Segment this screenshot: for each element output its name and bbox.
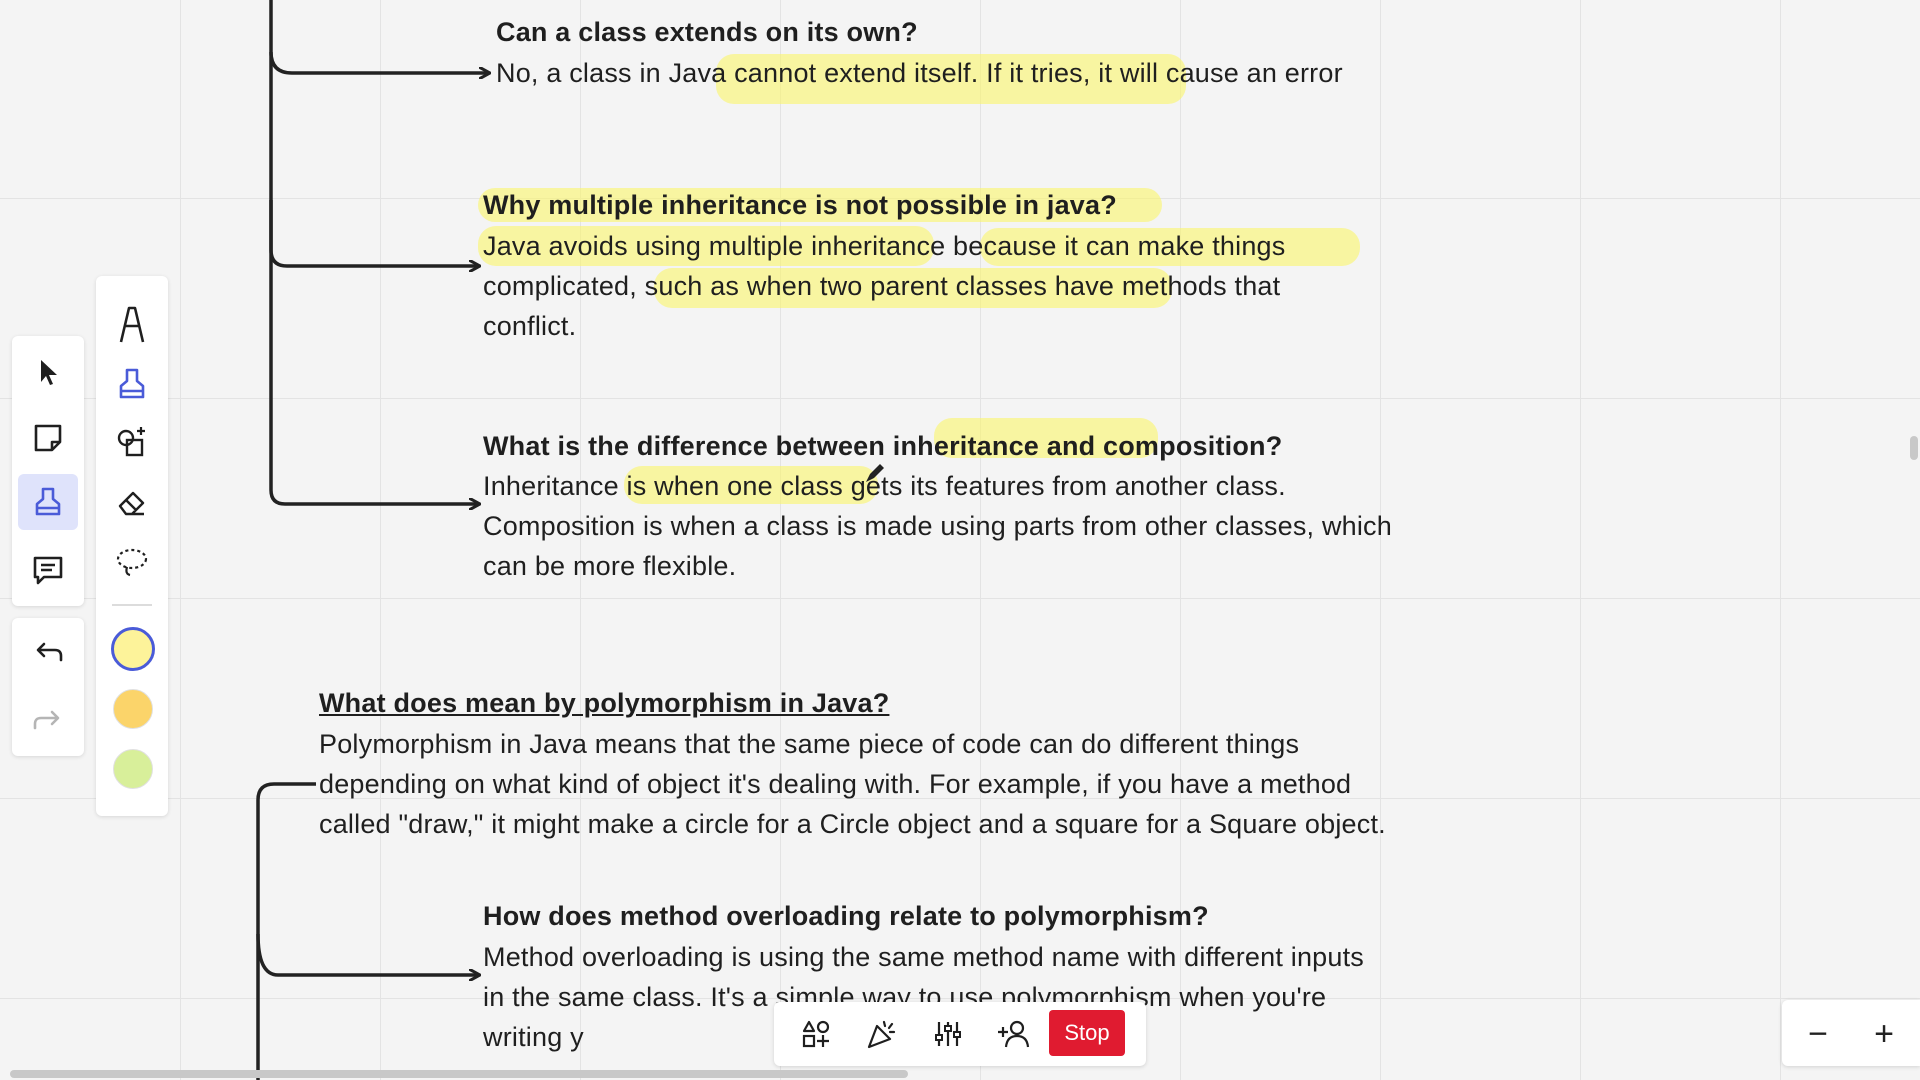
select-tool[interactable] [18,344,78,400]
comment-icon [33,556,63,585]
undo-icon [36,642,63,662]
apps-plus-icon [802,1020,830,1048]
connector-q2 [269,200,478,266]
question-inheritance-vs-composition[interactable]: What is the difference between inheritan… [483,431,1282,462]
redo-icon [33,710,60,730]
reactions-button[interactable] [860,1014,904,1054]
vertical-scrollbar[interactable] [1910,436,1918,460]
connector-q1 [269,51,488,73]
pen-cursor-icon [866,464,884,482]
topic-polymorphism-text[interactable]: Polymorphism in Java means that the same… [319,724,1399,844]
lasso-icon [116,548,148,577]
highlighter-option[interactable] [102,356,162,412]
redo-button[interactable] [18,692,78,748]
apps-button[interactable] [794,1014,838,1054]
connector-poly [256,782,316,1080]
undo-button[interactable] [18,624,78,680]
stop-button[interactable]: Stop [1049,1010,1125,1056]
pen-icon [119,306,145,343]
eraser-icon [118,491,145,516]
party-popper-icon [867,1020,896,1049]
question-multiple-inheritance[interactable]: Why multiple inheritance is not possible… [483,190,1117,221]
history-toolbar [12,618,84,756]
sticky-note-tool[interactable] [18,410,78,466]
smart-shapes-icon [117,427,145,457]
main-toolbar [12,336,84,606]
highlighter-icon [35,487,61,516]
eraser-option[interactable] [102,474,162,530]
question-overloading[interactable]: How does method overloading relate to po… [483,901,1209,932]
topic-polymorphism-title[interactable]: What does mean by polymorphism in Java? [319,688,889,719]
color-swatch-yellow[interactable] [111,627,155,671]
color-swatch-green[interactable] [113,749,153,789]
collaboration-bar: Stop [774,1002,1146,1066]
horizontal-scrollbar[interactable] [10,1070,908,1078]
connector-q4 [256,933,478,975]
color-swatch-orange[interactable] [113,689,153,729]
panel-divider [112,604,152,606]
zoom-in-button[interactable]: + [1864,1014,1904,1054]
sliders-icon [935,1022,961,1046]
zoom-out-button[interactable]: − [1798,1014,1838,1054]
comment-tool[interactable] [18,542,78,598]
invite-button[interactable] [992,1014,1036,1054]
connector-trunk-top [269,0,478,504]
answer-inheritance-vs-composition[interactable]: Inheritance is when one class gets its f… [483,466,1393,586]
add-user-icon [998,1020,1030,1048]
question-self-extend[interactable]: Can a class extends on its own? [496,17,918,48]
whiteboard-canvas[interactable]: Can a class extends on its own? No, a cl… [0,0,1920,1080]
answer-self-extend[interactable]: No, a class in Java cannot extend itself… [496,53,1446,93]
pen-tool[interactable] [18,474,78,530]
zoom-controls: − + [1782,1000,1920,1066]
pen-options-panel [96,276,168,816]
lasso-option[interactable] [102,534,162,590]
settings-sliders-button[interactable] [926,1014,970,1054]
answer-multiple-inheritance[interactable]: Java avoids using multiple inheritance b… [483,226,1363,346]
pen-option[interactable] [102,296,162,352]
shape-recognition-option[interactable] [102,414,162,470]
sticky-note-icon [34,424,62,452]
highlighter-icon [119,368,145,399]
cursor-arrow-icon [41,360,57,385]
